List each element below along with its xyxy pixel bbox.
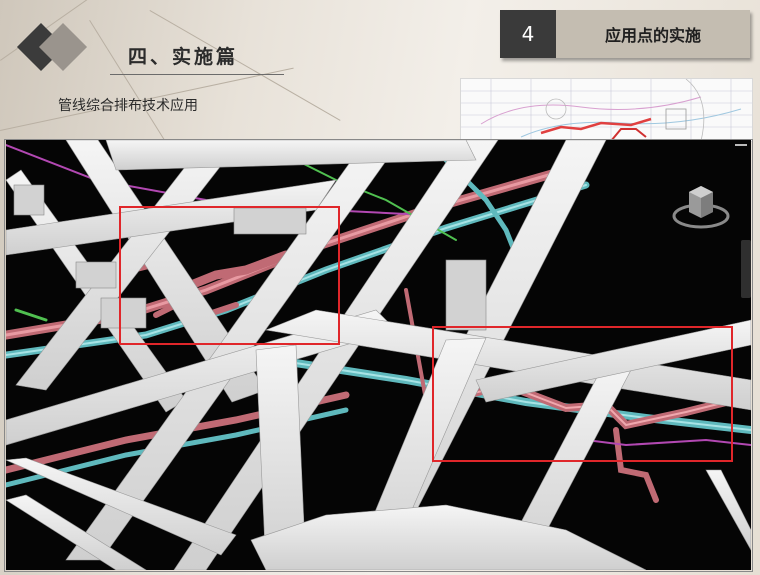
slide: 四、实施篇 管线综合排布技术应用 4 应用点的实施 <box>0 0 760 575</box>
tag-number: 4 <box>500 10 556 58</box>
slide-subtitle: 管线综合排布技术应用 <box>58 98 198 114</box>
viewport-menu-icon[interactable] <box>735 144 747 146</box>
floor-plan-thumbnail <box>460 78 753 142</box>
tag-label: 应用点的实施 <box>556 10 750 58</box>
title-divider <box>110 74 284 75</box>
viewcube-icon[interactable] <box>671 178 731 242</box>
navigation-bar-icon[interactable] <box>741 240 751 298</box>
section-tag: 4 应用点的实施 <box>500 10 750 58</box>
model-viewport[interactable] <box>6 140 751 570</box>
section-title: 四、实施篇 <box>128 46 239 68</box>
